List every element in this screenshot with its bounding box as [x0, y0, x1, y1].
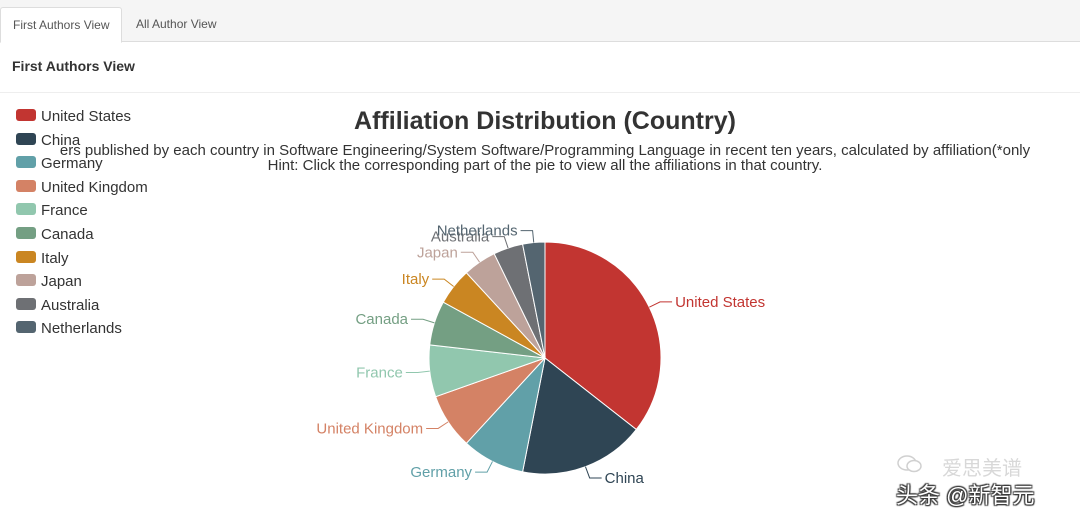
pie-label: Canada — [355, 311, 408, 328]
pie-label: France — [356, 364, 403, 381]
pie-label: United Kingdom — [316, 420, 423, 437]
pie-chart: United States China Germany United Kingdom F… — [316, 223, 765, 487]
pie-label: China — [605, 470, 645, 487]
pie-label: Germany — [410, 464, 472, 481]
pie-label: Japan — [417, 244, 458, 261]
pie-label: United States — [675, 294, 765, 311]
pie-label-line — [460, 251, 480, 263]
pie-label-line — [649, 301, 673, 308]
pie-label-line — [411, 318, 435, 324]
wechat-icon — [896, 454, 924, 474]
pie-label-line — [475, 461, 493, 473]
footer-tag: 头条 @新智元 — [896, 483, 1035, 508]
watermark-text: 爱思美谱 — [942, 458, 1022, 480]
pie-label-line — [432, 278, 454, 287]
pie-label-line — [520, 230, 535, 243]
pie-label-line — [426, 421, 449, 429]
pie-label: Italy — [402, 271, 430, 288]
pie-label-line — [584, 466, 602, 479]
pie-label: Netherlands — [437, 223, 518, 240]
pie-label-line — [405, 370, 430, 373]
